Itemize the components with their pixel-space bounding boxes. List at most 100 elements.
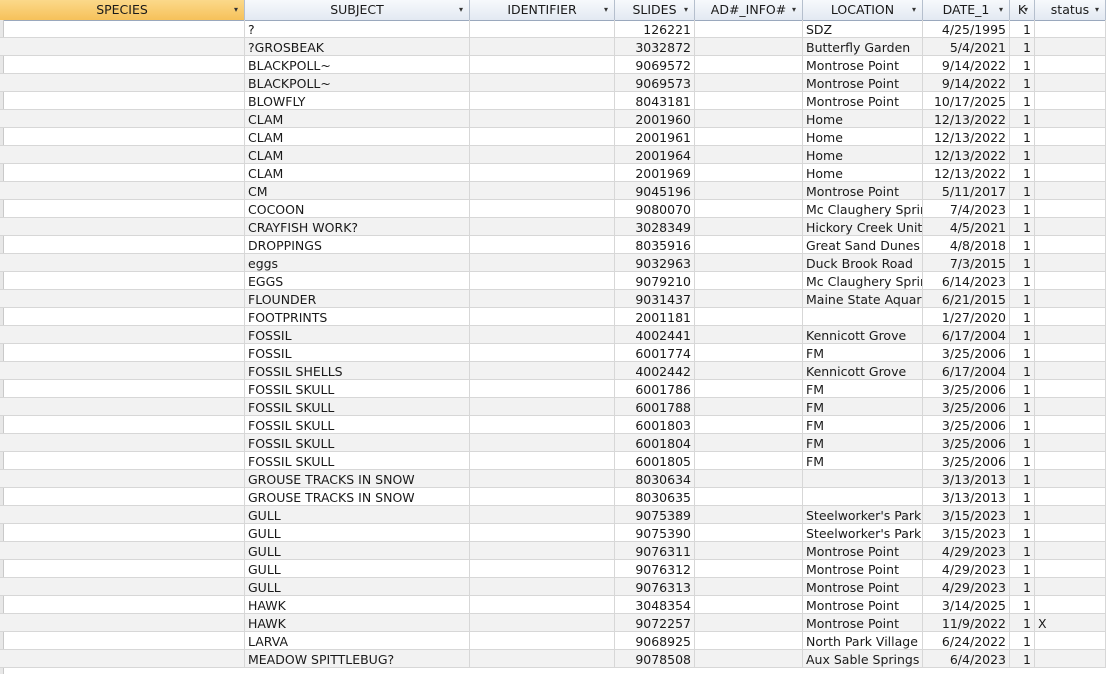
cell-date-1[interactable]: 3/15/2023 [923,506,1010,524]
cell-subject[interactable]: FOSSIL SKULL [245,416,470,434]
cell-location[interactable]: Aux Sable Springs I [803,650,923,668]
cell-k[interactable]: 1 [1010,398,1035,416]
cell-status[interactable] [1035,560,1106,578]
cell-status[interactable] [1035,38,1106,56]
cell-ad-info[interactable] [695,74,803,92]
cell-k[interactable]: 1 [1010,650,1035,668]
cell-location[interactable]: FM [803,398,923,416]
cell-date-1[interactable]: 6/17/2004 [923,362,1010,380]
cell-status[interactable] [1035,578,1106,596]
cell-identifier[interactable] [470,416,615,434]
cell-location[interactable]: Maine State Aquar [803,290,923,308]
cell-species[interactable] [0,200,245,218]
cell-slides[interactable]: 2001960 [615,110,695,128]
cell-status[interactable] [1035,398,1106,416]
cell-date-1[interactable]: 3/25/2006 [923,380,1010,398]
cell-status[interactable] [1035,452,1106,470]
table-row[interactable]: CLAM 2001960 Home 12/13/2022 1 [0,110,1106,128]
cell-ad-info[interactable] [695,326,803,344]
filter-dropdown-icon[interactable]: ▾ [600,0,612,20]
cell-slides[interactable]: 9078508 [615,650,695,668]
cell-slides[interactable]: 2001964 [615,146,695,164]
cell-date-1[interactable]: 6/24/2022 [923,632,1010,650]
cell-date-1[interactable]: 12/13/2022 [923,128,1010,146]
cell-species[interactable] [0,578,245,596]
cell-species[interactable] [0,524,245,542]
cell-k[interactable]: 1 [1010,380,1035,398]
cell-ad-info[interactable] [695,488,803,506]
cell-species[interactable] [0,290,245,308]
cell-k[interactable]: 1 [1010,308,1035,326]
table-row[interactable]: CM 9045196 Montrose Point 5/11/2017 1 [0,182,1106,200]
cell-subject[interactable]: CRAYFISH WORK? [245,218,470,236]
cell-species[interactable] [0,308,245,326]
cell-identifier[interactable] [470,362,615,380]
cell-k[interactable]: 1 [1010,614,1035,632]
cell-status[interactable] [1035,344,1106,362]
cell-location[interactable]: Butterfly Garden [803,38,923,56]
cell-k[interactable]: 1 [1010,290,1035,308]
cell-date-1[interactable]: 3/25/2006 [923,398,1010,416]
cell-identifier[interactable] [470,254,615,272]
cell-k[interactable]: 1 [1010,218,1035,236]
cell-status[interactable] [1035,308,1106,326]
cell-slides[interactable]: 3032872 [615,38,695,56]
cell-slides[interactable]: 2001961 [615,128,695,146]
cell-ad-info[interactable] [695,578,803,596]
cell-ad-info[interactable] [695,164,803,182]
cell-subject[interactable]: GULL [245,578,470,596]
cell-species[interactable] [0,470,245,488]
cell-subject[interactable]: BLACKPOLL~ [245,56,470,74]
cell-subject[interactable]: ? [245,20,470,38]
cell-species[interactable] [0,344,245,362]
cell-ad-info[interactable] [695,56,803,74]
cell-location[interactable]: Montrose Point [803,614,923,632]
cell-slides[interactable]: 8030634 [615,470,695,488]
cell-date-1[interactable]: 3/13/2013 [923,488,1010,506]
cell-species[interactable] [0,362,245,380]
cell-ad-info[interactable] [695,20,803,38]
column-header-location[interactable]: LOCATION ▾ [803,0,923,20]
column-header-ad-info[interactable]: AD#_INFO# ▾ [695,0,803,20]
cell-species[interactable] [0,218,245,236]
cell-date-1[interactable]: 4/29/2023 [923,560,1010,578]
cell-subject[interactable]: EGGS [245,272,470,290]
table-row[interactable]: FLOUNDER 9031437 Maine State Aquar 6/21/201… [0,290,1106,308]
column-header-status[interactable]: status ▾ [1035,0,1106,20]
cell-species[interactable] [0,452,245,470]
cell-status[interactable] [1035,290,1106,308]
cell-slides[interactable]: 9075390 [615,524,695,542]
cell-status[interactable] [1035,380,1106,398]
cell-status[interactable] [1035,434,1106,452]
cell-subject[interactable]: GULL [245,542,470,560]
filter-dropdown-icon[interactable]: ▾ [995,0,1007,20]
column-header-date-1[interactable]: DATE_1 ▾ [923,0,1010,20]
cell-subject[interactable]: eggs [245,254,470,272]
cell-identifier[interactable] [470,128,615,146]
cell-species[interactable] [0,38,245,56]
table-row[interactable]: FOSSIL SKULL 6001786 FM 3/25/2006 1 [0,380,1106,398]
cell-location[interactable]: Kennicott Grove [803,326,923,344]
cell-location[interactable]: Great Sand Dunes I [803,236,923,254]
cell-status[interactable] [1035,56,1106,74]
cell-subject[interactable]: FOSSIL SHELLS [245,362,470,380]
column-header-subject[interactable]: SUBJECT ▾ [245,0,470,20]
cell-identifier[interactable] [470,578,615,596]
table-row[interactable]: MEADOW SPITTLEBUG? 9078508 Aux Sable Sprin… [0,650,1106,668]
cell-species[interactable] [0,254,245,272]
table-row[interactable]: BLACKPOLL~ 9069573 Montrose Point 9/14/2022… [0,74,1106,92]
table-row[interactable]: EGGS 9079210 Mc Claughery Sprir 6/14/2023 1 [0,272,1106,290]
cell-k[interactable]: 1 [1010,110,1035,128]
cell-status[interactable] [1035,272,1106,290]
cell-status[interactable] [1035,236,1106,254]
cell-status[interactable] [1035,200,1106,218]
cell-slides[interactable]: 9031437 [615,290,695,308]
cell-subject[interactable]: CLAM [245,164,470,182]
cell-identifier[interactable] [470,560,615,578]
cell-species[interactable] [0,380,245,398]
cell-identifier[interactable] [470,506,615,524]
cell-ad-info[interactable] [695,506,803,524]
cell-date-1[interactable]: 5/4/2021 [923,38,1010,56]
cell-k[interactable]: 1 [1010,236,1035,254]
cell-date-1[interactable]: 3/13/2013 [923,470,1010,488]
